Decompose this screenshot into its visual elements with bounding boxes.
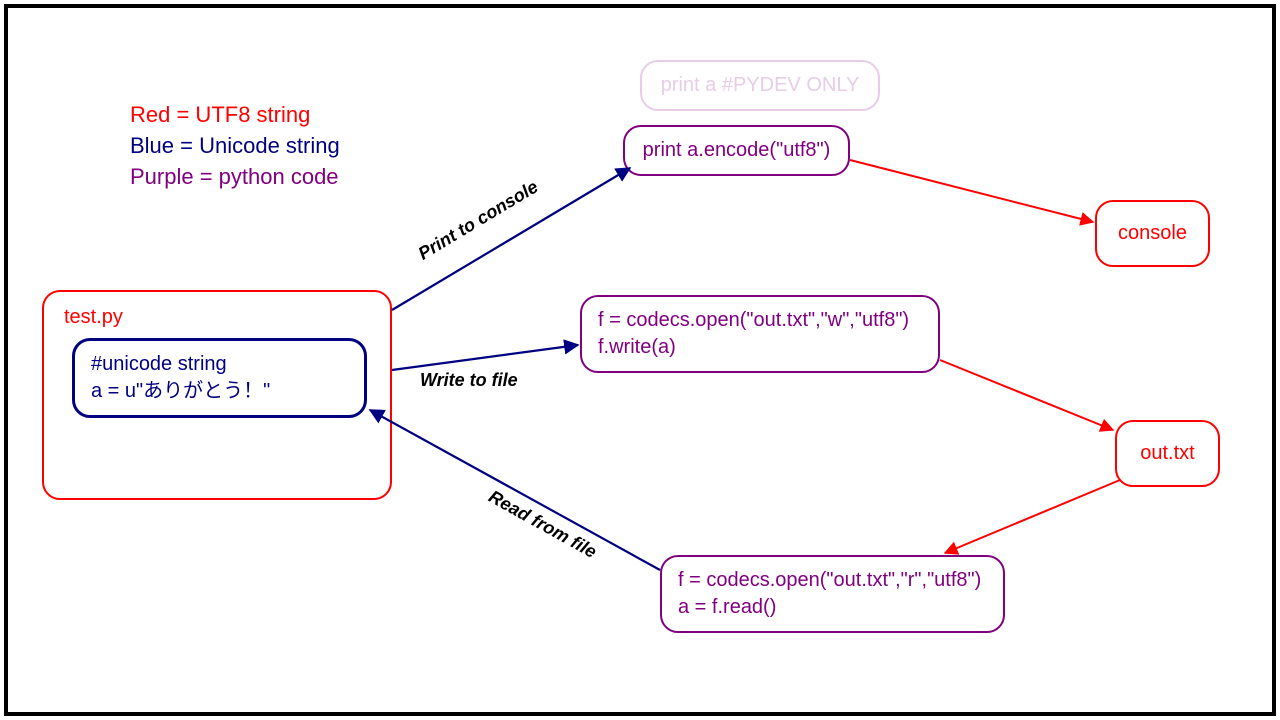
write-file-box: f = codecs.open("out.txt","w","utf8") f.… <box>580 295 940 373</box>
legend: Red = UTF8 string Blue = Unicode string … <box>130 100 340 192</box>
print-pydev-box: print a #PYDEV ONLY <box>640 60 880 111</box>
read-file-line2: a = f.read() <box>678 594 987 621</box>
legend-unicode: Blue = Unicode string <box>130 131 340 162</box>
source-file-name: test.py <box>64 304 370 331</box>
edge-label-write: Write to file <box>420 370 518 391</box>
console-box: console <box>1095 200 1210 267</box>
outtxt-box: out.txt <box>1115 420 1220 487</box>
read-file-box: f = codecs.open("out.txt","r","utf8") a … <box>660 555 1005 633</box>
outtxt-label: out.txt <box>1140 442 1194 464</box>
print-encode-box: print a.encode("utf8") <box>623 125 850 176</box>
write-file-line2: f.write(a) <box>598 334 922 361</box>
legend-python: Purple = python code <box>130 162 340 193</box>
print-encode-text: print a.encode("utf8") <box>643 139 831 161</box>
code-assign: a = u"ありがとう！" <box>91 378 348 405</box>
code-comment: #unicode string <box>91 351 348 378</box>
unicode-string-box: #unicode string a = u"ありがとう！" <box>72 338 367 418</box>
read-file-line1: f = codecs.open("out.txt","r","utf8") <box>678 567 987 594</box>
legend-utf8: Red = UTF8 string <box>130 100 340 131</box>
write-file-line1: f = codecs.open("out.txt","w","utf8") <box>598 307 922 334</box>
print-pydev-text: print a #PYDEV ONLY <box>661 74 860 96</box>
console-label: console <box>1118 222 1187 244</box>
